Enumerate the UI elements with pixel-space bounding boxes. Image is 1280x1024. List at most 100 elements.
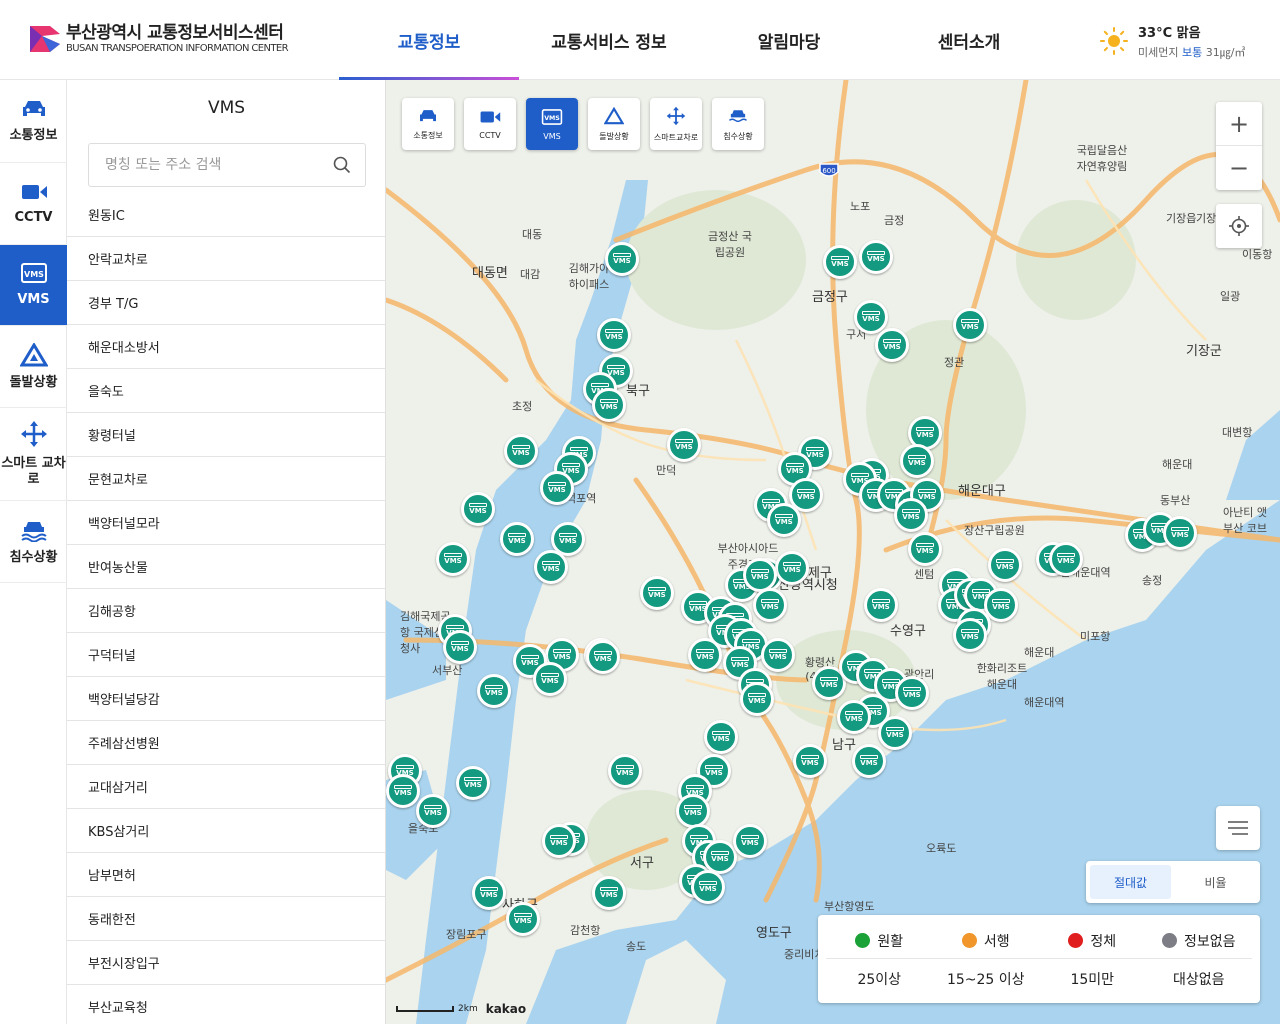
vms-marker[interactable]: VMS (472, 876, 506, 910)
search-input[interactable] (105, 144, 335, 186)
rail-cctv[interactable]: CCTV (0, 163, 67, 245)
site-logo[interactable]: 부산광역시 교통정보서비스센터 BUSAN TRANSPOERATION INF… (28, 22, 289, 56)
vms-marker[interactable]: VMS (477, 674, 511, 708)
vms-marker[interactable]: VMS (386, 774, 420, 808)
rail-traffic-flow[interactable]: 소통정보 (0, 80, 67, 163)
vms-marker[interactable]: VMS (592, 876, 626, 910)
nav-notice[interactable]: 알림마당 (699, 0, 879, 80)
vms-marker[interactable]: VMS (837, 700, 871, 734)
vms-marker[interactable]: VMS (586, 640, 620, 674)
vms-marker[interactable]: VMS (740, 682, 774, 716)
nav-center-intro[interactable]: 센터소개 (879, 0, 1059, 80)
layer-vms-button[interactable]: VMS VMS (526, 98, 578, 150)
vms-marker[interactable]: VMS (854, 300, 888, 334)
zoom-out-button[interactable]: − (1216, 146, 1262, 190)
vms-marker[interactable]: VMS (688, 638, 722, 672)
list-item[interactable]: 안락교차로 (67, 237, 385, 281)
vms-marker[interactable]: VMS (864, 588, 898, 622)
list-item[interactable]: KBS삼거리 (67, 809, 385, 853)
list-item[interactable]: 을숙도 (67, 369, 385, 413)
vms-marker[interactable]: VMS (540, 471, 574, 505)
vms-marker[interactable]: VMS (443, 630, 477, 664)
map-attribution: kakao (485, 1002, 527, 1016)
vms-marker[interactable]: VMS (908, 532, 942, 566)
vms-marker[interactable]: VMS (1163, 516, 1197, 550)
rail-smart-intersection[interactable]: 스마트 교차로 (0, 408, 67, 501)
list-item[interactable]: 남부면허 (67, 853, 385, 897)
mode-ratio-tab[interactable]: 비율 (1175, 865, 1256, 899)
list-item[interactable]: 황령터널 (67, 413, 385, 457)
legend-menu-button[interactable] (1216, 806, 1260, 850)
vms-marker[interactable]: VMS (456, 766, 490, 800)
vms-marker[interactable]: VMS (753, 588, 787, 622)
list-item[interactable]: 원동IC (67, 193, 385, 237)
list-item[interactable]: 문현교차로 (67, 457, 385, 501)
list-item[interactable]: 반여농산물 (67, 545, 385, 589)
vms-marker[interactable]: VMS (597, 318, 631, 352)
vms-marker[interactable]: VMS (761, 638, 795, 672)
list-item[interactable]: 경부 T/G (67, 281, 385, 325)
list-item[interactable]: 구덕터널 (67, 633, 385, 677)
nav-traffic-service[interactable]: 교통서비스 정보 (519, 0, 699, 80)
map-view[interactable]: 대동면 금정구 북구 기장군 해운대구 연제구 수영구 남구 서구 영도구 사하… (386, 80, 1280, 1024)
vms-marker[interactable]: VMS (416, 794, 450, 828)
vms-marker[interactable]: VMS (703, 840, 737, 874)
vms-marker[interactable]: VMS (988, 548, 1022, 582)
list-item[interactable]: 주례삼선병원 (67, 721, 385, 765)
vms-marker[interactable]: VMS (859, 240, 893, 274)
vms-marker[interactable]: VMS (436, 542, 470, 576)
layer-smart-intersection-button[interactable]: 스마트교차로 (650, 98, 702, 150)
vms-marker[interactable]: VMS (533, 662, 567, 696)
list-item[interactable]: 백양터널당감 (67, 677, 385, 721)
vms-marker[interactable]: VMS (895, 676, 929, 710)
vms-marker[interactable]: VMS (608, 754, 642, 788)
layer-flooding-button[interactable]: 침수상황 (712, 98, 764, 150)
list-item[interactable]: 부전시장입구 (67, 941, 385, 985)
vms-marker[interactable]: VMS (461, 492, 495, 526)
list-item[interactable]: 해운대소방서 (67, 325, 385, 369)
list-item[interactable]: 백양터널모라 (67, 501, 385, 545)
vms-marker[interactable]: VMS (743, 558, 777, 592)
layer-incident-button[interactable]: 돌발상황 (588, 98, 640, 150)
vms-marker[interactable]: VMS (900, 444, 934, 478)
vms-marker-label: VMS (594, 655, 612, 663)
search-icon[interactable] (333, 156, 351, 174)
vms-marker[interactable]: VMS (534, 550, 568, 584)
list-item[interactable]: 교대삼거리 (67, 765, 385, 809)
vms-marker[interactable]: VMS (894, 498, 928, 532)
vms-marker[interactable]: VMS (676, 794, 710, 828)
layer-traffic-button[interactable]: 소통정보 (402, 98, 454, 150)
list-item[interactable]: 부산교육청 (67, 985, 385, 1024)
vms-marker[interactable]: VMS (852, 744, 886, 778)
nav-traffic-info[interactable]: 교통정보 (339, 0, 519, 80)
rail-vms[interactable]: VMS VMS (0, 245, 67, 326)
vms-marker[interactable]: VMS (605, 242, 639, 276)
vms-marker[interactable]: VMS (640, 576, 674, 610)
vms-marker[interactable]: VMS (875, 328, 909, 362)
vms-marker[interactable]: VMS (793, 744, 827, 778)
vms-marker[interactable]: VMS (767, 503, 801, 537)
vms-marker[interactable]: VMS (691, 870, 725, 904)
vms-marker[interactable]: VMS (823, 245, 857, 279)
locate-button[interactable] (1216, 204, 1262, 248)
vms-marker[interactable]: VMS (504, 434, 538, 468)
vms-marker[interactable]: VMS (733, 824, 767, 858)
rail-incident[interactable]: 돌발상황 (0, 326, 67, 408)
mode-absolute-tab[interactable]: 절대값 (1090, 865, 1171, 899)
list-item[interactable]: 동래한전 (67, 897, 385, 941)
vms-marker[interactable]: VMS (542, 824, 576, 858)
vms-marker[interactable]: VMS (506, 902, 540, 936)
vms-marker[interactable]: VMS (775, 551, 809, 585)
vms-marker[interactable]: VMS (953, 618, 987, 652)
vms-marker[interactable]: VMS (704, 720, 738, 754)
vms-marker[interactable]: VMS (500, 522, 534, 556)
vms-marker[interactable]: VMS (953, 308, 987, 342)
vms-marker[interactable]: VMS (667, 428, 701, 462)
vms-marker[interactable]: VMS (878, 716, 912, 750)
rail-flooding[interactable]: 침수상황 (0, 501, 67, 583)
vms-marker[interactable]: VMS (592, 388, 626, 422)
vms-marker[interactable]: VMS (1049, 542, 1083, 576)
list-item[interactable]: 김해공항 (67, 589, 385, 633)
layer-cctv-button[interactable]: CCTV (464, 98, 516, 150)
zoom-in-button[interactable]: + (1216, 102, 1262, 146)
